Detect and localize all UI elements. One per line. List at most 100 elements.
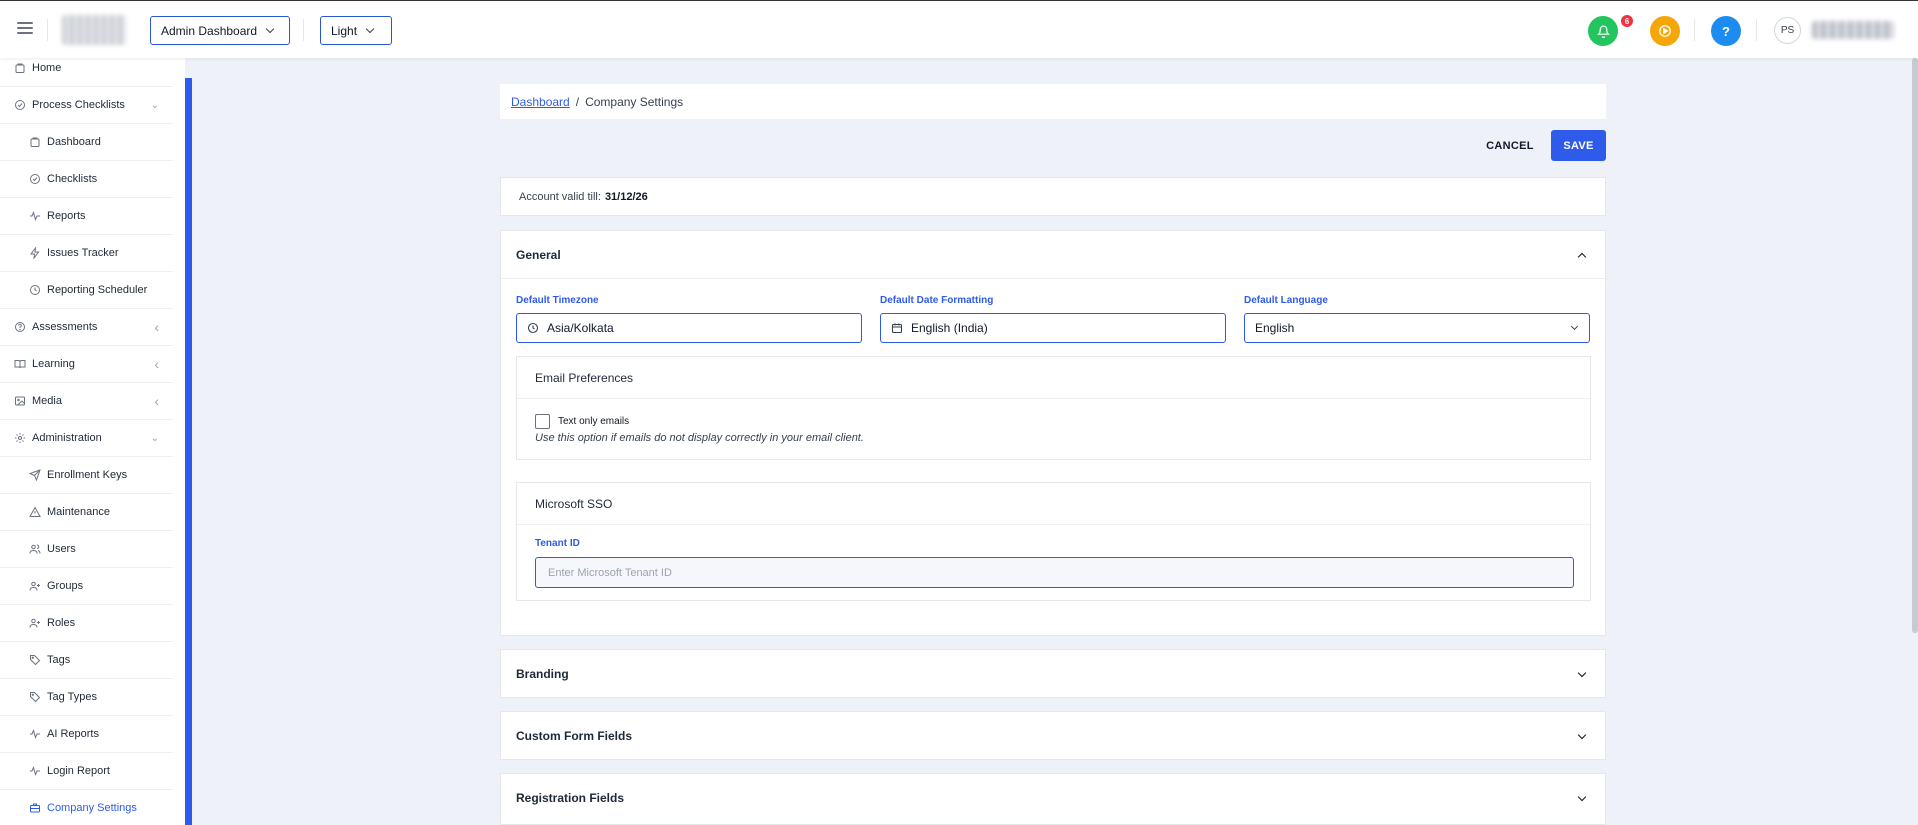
sidebar-item-administration[interactable]: Administration ⌄ <box>0 420 173 457</box>
sidebar-item-assessments[interactable]: Assessments ‹ <box>0 309 173 346</box>
dashboard-select[interactable]: Admin Dashboard <box>150 16 290 45</box>
gear-icon <box>13 432 26 445</box>
cancel-button[interactable]: CANCEL <box>1480 131 1540 160</box>
custom-form-fields-panel[interactable]: Custom Form Fields <box>500 711 1606 760</box>
sidebar-item-label: Tags <box>47 654 71 666</box>
sidebar-item-label: Assessments <box>32 321 98 333</box>
sidebar-item-tag-types[interactable]: Tag Types <box>0 679 173 716</box>
timezone-field[interactable]: Asia/Kolkata <box>516 313 862 343</box>
sidebar-item-dashboard[interactable]: Dashboard <box>0 124 173 161</box>
sidebar-item-company-settings[interactable]: Company Settings <box>0 790 173 825</box>
clock-icon <box>527 322 539 334</box>
chevron-left-icon: ‹ <box>154 393 159 409</box>
user-name[interactable] <box>1812 21 1894 39</box>
language-select[interactable]: English <box>1244 313 1590 343</box>
theme-select-value: Light <box>331 23 358 38</box>
custom-form-fields-header[interactable]: Custom Form Fields <box>501 712 1605 760</box>
send-icon <box>28 469 41 482</box>
activity-icon <box>28 210 41 223</box>
sidebar-item-users[interactable]: Users <box>0 531 173 568</box>
breadcrumb-current: Company Settings <box>585 94 684 109</box>
email-hint: Use this option if emails do not display… <box>535 432 864 444</box>
language-value: English <box>1255 321 1295 335</box>
branding-panel[interactable]: Branding <box>500 649 1606 698</box>
sidebar-item-groups[interactable]: Groups <box>0 568 173 605</box>
registration-fields-panel[interactable]: Registration Fields <box>500 773 1606 825</box>
home-icon <box>13 62 26 75</box>
sidebar-item-reports[interactable]: Reports <box>0 198 173 235</box>
sidebar-item-media[interactable]: Media ‹ <box>0 383 173 420</box>
notification-badge: 6 <box>1621 15 1633 27</box>
sidebar-item-login-report[interactable]: Login Report <box>0 753 173 790</box>
sidebar-item-checklists[interactable]: Checklists <box>0 161 173 198</box>
chevron-down-icon <box>1577 730 1587 740</box>
email-preferences-card: Email Preferences Text only emails Use t… <box>516 356 1591 460</box>
theme-select[interactable]: Light <box>320 16 392 45</box>
email-preferences-title: Email Preferences <box>517 357 1590 399</box>
date-format-field[interactable]: English (India) <box>880 313 1226 343</box>
book-icon <box>13 358 26 371</box>
dashboard-icon <box>28 136 41 149</box>
save-button[interactable]: SAVE <box>1551 130 1606 161</box>
chevron-left-icon: ‹ <box>154 356 159 372</box>
check-circle-icon <box>13 99 26 112</box>
microsoft-sso-title: Microsoft SSO <box>517 483 1590 525</box>
tenant-id-input[interactable] <box>535 557 1574 588</box>
question-circle-icon <box>13 321 26 334</box>
sidebar-item-home[interactable]: Home <box>0 58 173 87</box>
user-plus-icon <box>28 617 41 630</box>
sidebar-item-label: Maintenance <box>47 506 110 518</box>
chevron-down-icon <box>265 24 275 34</box>
page-scrollbar[interactable] <box>1912 58 1918 633</box>
timezone-value: Asia/Kolkata <box>547 321 614 335</box>
activity-icon <box>28 765 41 778</box>
chevron-down-icon <box>365 24 375 34</box>
text-only-emails-checkbox[interactable] <box>535 414 550 429</box>
sidebar-item-label: Dashboard <box>47 136 101 148</box>
sidebar-item-label: Groups <box>47 580 84 592</box>
registration-fields-header[interactable]: Registration Fields <box>501 774 1605 822</box>
sidebar-item-label: Home <box>32 62 62 74</box>
divider <box>1694 19 1695 41</box>
sidebar: Home Process Checklists ⌄ Dashboard Checklis… <box>0 58 185 825</box>
bell-icon <box>1596 25 1610 38</box>
avatar[interactable]: PS <box>1774 17 1801 44</box>
sidebar-item-label: Login Report <box>47 765 110 777</box>
sidebar-item-issues-tracker[interactable]: Issues Tracker <box>0 235 173 272</box>
text-only-emails-row: Text only emails <box>535 414 629 429</box>
sidebar-item-label: Issues Tracker <box>47 247 119 259</box>
logo <box>62 15 126 45</box>
clock-icon <box>28 284 41 297</box>
general-title: General <box>516 247 561 262</box>
general-panel-header[interactable]: General <box>501 231 1605 279</box>
chevron-down-icon <box>1570 322 1579 331</box>
sidebar-scrollbar[interactable] <box>185 78 192 825</box>
sidebar-item-label: Checklists <box>47 173 98 185</box>
tenant-id-label: Tenant ID <box>535 538 580 549</box>
sidebar-item-label: Roles <box>47 617 76 629</box>
divider <box>47 19 48 41</box>
sidebar-item-ai-reports[interactable]: AI Reports <box>0 716 173 753</box>
sidebar-item-learning[interactable]: Learning ‹ <box>0 346 173 383</box>
sidebar-item-label: Reporting Scheduler <box>47 284 148 296</box>
notifications-button[interactable] <box>1588 16 1618 46</box>
help-icon: ? <box>1722 23 1730 39</box>
branding-panel-header[interactable]: Branding <box>501 650 1605 698</box>
sidebar-item-roles[interactable]: Roles <box>0 605 173 642</box>
sidebar-item-maintenance[interactable]: Maintenance <box>0 494 173 531</box>
sidebar-item-label: Administration <box>32 432 102 444</box>
sidebar-item-enrollment-keys[interactable]: Enrollment Keys <box>0 457 173 494</box>
sidebar-item-tags[interactable]: Tags <box>0 642 173 679</box>
help-button[interactable]: ? <box>1711 16 1741 46</box>
sidebar-item-label: Media <box>32 395 62 407</box>
briefcase-icon <box>28 802 41 815</box>
sidebar-item-process-checklists[interactable]: Process Checklists ⌄ <box>0 87 173 124</box>
tag-icon <box>28 691 41 704</box>
chevron-down-icon: ⌄ <box>150 432 159 444</box>
play-button[interactable] <box>1650 16 1680 46</box>
sidebar-item-reporting-scheduler[interactable]: Reporting Scheduler <box>0 272 173 309</box>
hamburger-menu-icon[interactable] <box>17 22 33 36</box>
image-icon <box>13 395 26 408</box>
custom-form-fields-title: Custom Form Fields <box>516 729 633 743</box>
breadcrumb-dashboard-link[interactable]: Dashboard <box>511 95 570 109</box>
